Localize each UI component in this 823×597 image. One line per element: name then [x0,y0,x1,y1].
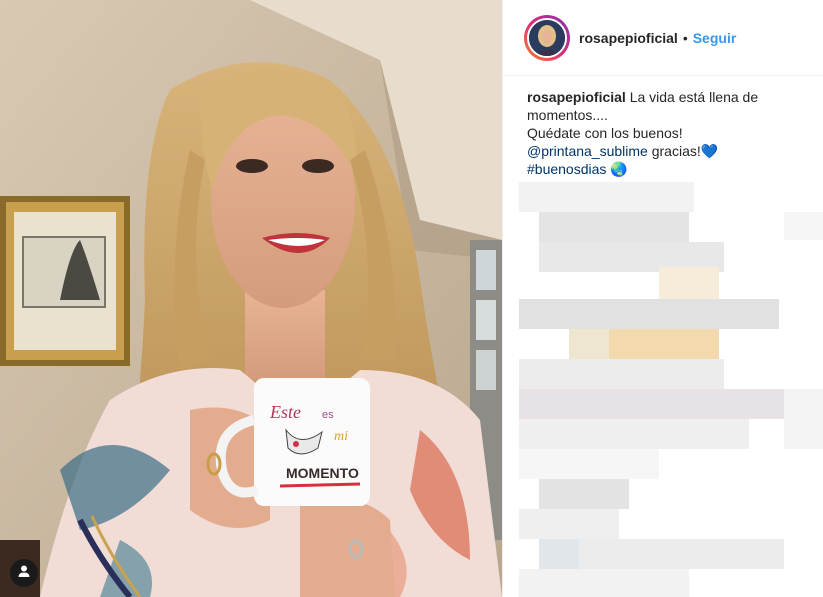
caption-mention-link[interactable]: @printana_sublime [527,143,648,159]
post-header: rosapepioficial • Seguir [503,0,823,76]
mug-text-mi: mi [334,429,348,444]
user-tag-button[interactable] [10,559,38,587]
caption-line-3: @printana_sublime gracias!💙 [527,142,807,160]
avatar[interactable] [527,17,567,58]
post-caption: rosapepioficial La vida está llena de mo… [503,76,823,178]
follow-button[interactable]: Seguir [693,30,737,46]
mug-text-momento: MOMENTO [286,465,359,481]
pixelated-comments-area [519,182,823,597]
instagram-post: Este es mi MOMENTO rosapepioficial • Seg… [0,0,823,597]
caption-username[interactable]: rosapepioficial [527,89,626,105]
mug-text-es: es [322,409,334,421]
caption-line-2: Quédate con los buenos! [527,125,683,141]
mug-text-este: Este [269,402,301,422]
caption-line-4: #buenosdias 🌏 [527,160,807,178]
pixel-blocks [519,182,823,597]
caption-line-3-rest: gracias!💙 [647,143,719,159]
globe-icon: 🌏 [606,161,628,177]
post-side-panel: rosapepioficial • Seguir rosapepioficial… [502,0,823,597]
caption-hashtag-link[interactable]: #buenosdias [527,161,606,177]
header-username[interactable]: rosapepioficial [579,30,678,46]
post-photo[interactable]: Este es mi MOMENTO [0,0,502,597]
avatar-story-ring[interactable] [524,14,570,61]
photo-illustration: Este es mi MOMENTO [0,0,502,597]
header-separator: • [682,29,688,46]
person-icon [17,564,31,583]
